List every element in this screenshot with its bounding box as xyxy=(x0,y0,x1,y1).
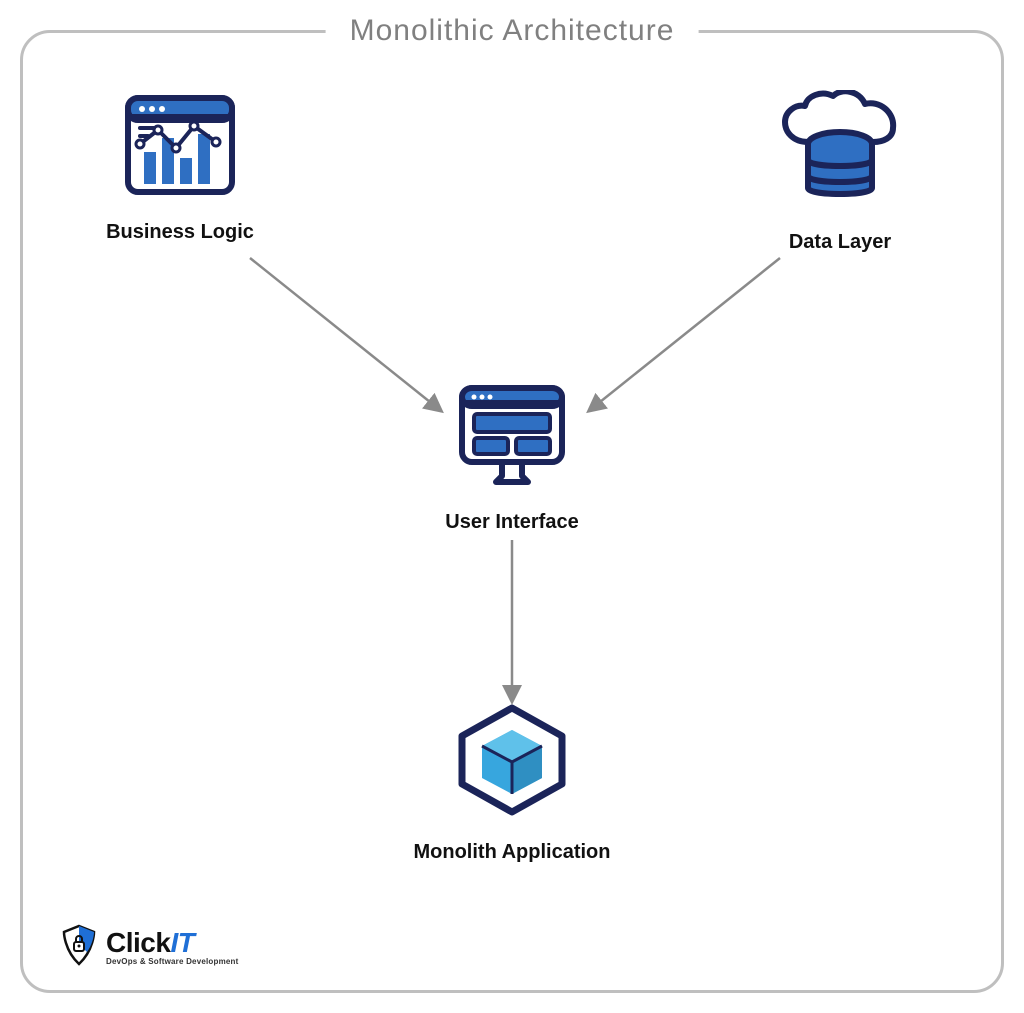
node-monolith-application: Monolith Application xyxy=(412,700,612,864)
node-label-monolith-application: Monolith Application xyxy=(412,841,612,864)
node-label-user-interface: User Interface xyxy=(412,511,612,534)
node-user-interface: User Interface xyxy=(412,380,612,534)
cube-package-icon xyxy=(452,700,572,825)
monitor-ui-icon xyxy=(452,380,572,495)
node-label-data-layer: Data Layer xyxy=(740,231,940,254)
logo-wordmark: ClickIT xyxy=(106,929,239,957)
node-label-business-logic: Business Logic xyxy=(80,221,280,244)
analytics-dashboard-icon xyxy=(120,90,240,205)
shield-lock-icon xyxy=(60,924,98,971)
node-business-logic: Business Logic xyxy=(80,90,280,244)
node-data-layer: Data Layer xyxy=(740,90,940,254)
cloud-database-icon xyxy=(775,90,905,215)
logo-tagline: DevOps & Software Development xyxy=(106,957,239,966)
brand-logo: ClickIT DevOps & Software Development xyxy=(60,924,239,971)
diagram-title: Monolithic Architecture xyxy=(326,14,699,48)
